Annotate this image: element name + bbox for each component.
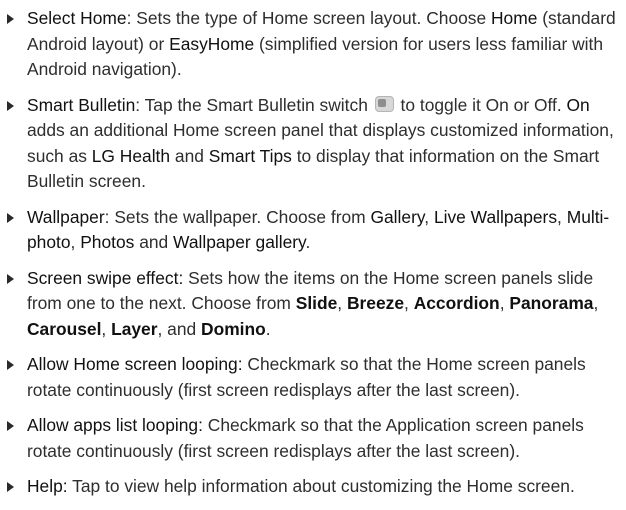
item-term: Screen swipe effect: [27, 267, 184, 288]
item-term: Wallpaper [27, 206, 105, 227]
bullet-arrow-icon [7, 212, 14, 223]
option-panorama: Panorama [509, 293, 594, 313]
bullet-arrow-icon [7, 482, 14, 492]
list-item-wallpaper: Wallpaper: Sets the wallpaper. Choose fr… [0, 205, 626, 256]
bullet-arrow-icon [7, 360, 14, 370]
bullet-arrow-icon [7, 100, 14, 111]
option-easyhome: EasyHome [169, 33, 255, 54]
bullet-arrow-icon [7, 273, 14, 284]
list-item-allow-apps-list-looping: Allow apps list looping: Checkmark so th… [0, 413, 626, 464]
option-home: Home [491, 8, 538, 28]
settings-description-list: Select Home: Sets the type of Home scree… [0, 6, 626, 510]
option-domino: Domino [201, 318, 266, 339]
item-term: Allow Home screen looping: [27, 354, 243, 374]
option-carousel: Carousel [27, 318, 102, 339]
toggle-switch-icon [374, 95, 394, 112]
item-term: Smart Bulletin [27, 94, 136, 115]
option-on: On [566, 94, 590, 115]
option-smart-tips: Smart Tips [208, 145, 292, 166]
option-live-wallpapers: Live Wallpapers [433, 206, 558, 227]
option-slide: Slide [295, 293, 338, 313]
option-accordion: Accordion [413, 293, 500, 313]
bullet-arrow-icon [7, 421, 14, 431]
list-item-smart-bulletin: Smart Bulletin: Tap the Smart Bulletin s… [0, 93, 626, 195]
list-item-help: Help: Tap to view help information about… [0, 474, 626, 500]
list-item-allow-home-screen-looping: Allow Home screen looping: Checkmark so … [0, 352, 626, 403]
item-term: Allow apps list looping: [27, 415, 203, 435]
list-item-select-home: Select Home: Sets the type of Home scree… [0, 6, 626, 83]
option-layer: Layer [111, 318, 158, 339]
option-wallpaper-gallery: Wallpaper gallery [173, 232, 306, 252]
list-item-screen-swipe-effect: Screen swipe effect: Sets how the items … [0, 266, 626, 343]
option-breeze: Breeze [346, 293, 405, 313]
item-term: Help: [27, 476, 68, 496]
option-photos: Photos [80, 232, 135, 252]
toggle-knob [377, 98, 386, 107]
item-term: Select Home [27, 8, 127, 28]
option-gallery: Gallery [370, 206, 425, 227]
bullet-arrow-icon [7, 14, 14, 24]
option-lg-health: LG Health [91, 145, 171, 166]
